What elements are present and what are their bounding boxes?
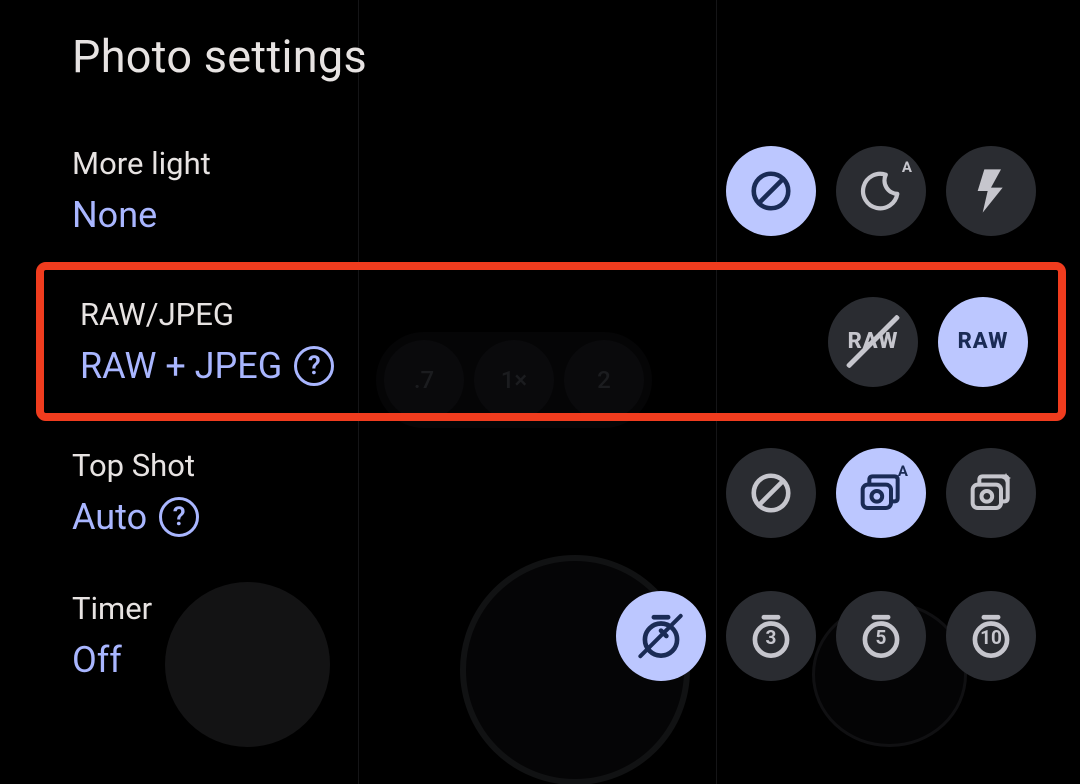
setting-label: Timer — [72, 590, 152, 627]
help-icon[interactable]: ? — [294, 346, 334, 386]
setting-text: RAW/JPEG RAW + JPEG ? — [80, 296, 334, 387]
raw-jpeg-highlight: RAW/JPEG RAW + JPEG ? RAW RAW — [36, 262, 1066, 421]
setting-label: Top Shot — [72, 447, 199, 484]
top-shot-auto-button[interactable]: A — [836, 448, 926, 538]
more-light-night-sight-button[interactable]: A — [836, 146, 926, 236]
top-shot-on-button[interactable] — [946, 448, 1036, 538]
auto-badge: A — [898, 462, 908, 480]
setting-value: Off — [72, 639, 152, 681]
raw-on-label: RAW — [958, 329, 1009, 354]
timer-value-label: 5 — [876, 625, 887, 648]
top-shot-on-icon — [966, 468, 1016, 518]
raw-off-button[interactable]: RAW — [828, 297, 918, 387]
timer-10s-button[interactable]: 10 — [946, 591, 1036, 681]
raw-on-button[interactable]: RAW — [938, 297, 1028, 387]
setting-value-text: None — [72, 194, 157, 236]
prohibit-icon — [748, 168, 794, 214]
timer-3s-button[interactable]: 3 — [726, 591, 816, 681]
more-light-options: A — [726, 146, 1036, 236]
setting-label: RAW/JPEG — [80, 296, 334, 333]
more-light-flash-button[interactable] — [946, 146, 1036, 236]
timer-value-label: 3 — [766, 625, 777, 648]
raw-jpeg-options: RAW RAW — [828, 297, 1028, 387]
panel-title: Photo settings — [72, 30, 1036, 83]
setting-text: Timer Off — [72, 590, 152, 681]
setting-row-more-light: More light None A — [72, 119, 1036, 262]
timer-off-button[interactable] — [616, 591, 706, 681]
setting-text: Top Shot Auto ? — [72, 447, 199, 538]
setting-text: More light None — [72, 145, 211, 236]
setting-value-text: RAW + JPEG — [80, 345, 282, 387]
setting-value: None — [72, 194, 211, 236]
top-shot-off-button[interactable] — [726, 448, 816, 538]
help-icon[interactable]: ? — [159, 497, 199, 537]
setting-value-text: Auto — [72, 496, 147, 538]
setting-row-raw-jpeg: RAW/JPEG RAW + JPEG ? RAW RAW — [80, 270, 1028, 413]
photo-settings-panel: Photo settings More light None A — [0, 0, 1080, 784]
prohibit-icon — [748, 470, 794, 516]
timer-value-label: 10 — [980, 625, 1002, 648]
setting-row-timer: Timer Off 3 — [72, 564, 1036, 707]
more-light-none-button[interactable] — [726, 146, 816, 236]
timer-5s-button[interactable]: 5 — [836, 591, 926, 681]
timer-options: 3 5 10 — [616, 591, 1036, 681]
flash-icon — [971, 167, 1011, 215]
setting-row-top-shot: Top Shot Auto ? A — [72, 421, 1036, 564]
auto-badge: A — [902, 158, 912, 176]
setting-value-text: Off — [72, 639, 122, 681]
setting-label: More light — [72, 145, 211, 182]
top-shot-options: A — [726, 448, 1036, 538]
setting-value: RAW + JPEG ? — [80, 345, 334, 387]
moon-auto-icon — [858, 168, 904, 214]
setting-value: Auto ? — [72, 496, 199, 538]
